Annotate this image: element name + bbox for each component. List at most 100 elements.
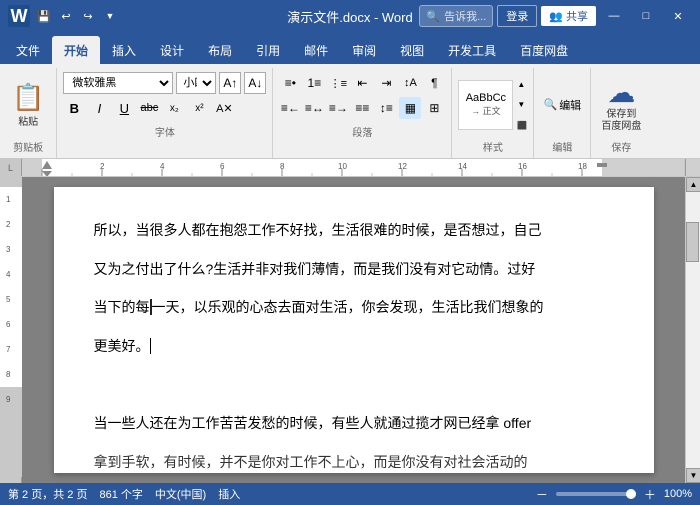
scroll-down-button[interactable]: ▼ (686, 468, 700, 483)
ruler-svg: 2 4 6 8 10 12 14 1 (22, 159, 684, 176)
paragraph-1: 所以，当很多人都在抱怨工作不好找，生活很难的时候，是否想过，自己 (94, 217, 614, 244)
paragraph-group: ≡• 1≡ ⋮≡ ⇤ ⇥ ↕A ¶ ≡← ≡↔ ≡→ ≡≡ ↕≡ ▦ ⊞ 段落 (273, 68, 452, 158)
svg-text:4: 4 (160, 162, 165, 171)
svg-text:2: 2 (6, 220, 11, 229)
svg-text:9: 9 (6, 395, 11, 404)
maximize-button[interactable]: □ (632, 6, 660, 26)
tab-view[interactable]: 视图 (388, 36, 436, 64)
zoom-slider[interactable] (556, 492, 636, 496)
ribbon-tabs: 文件 开始 插入 设计 布局 引用 邮件 审阅 视图 开发工具 百度网盘 (0, 32, 700, 64)
decrease-indent[interactable]: ⇤ (351, 72, 373, 94)
shading-button[interactable]: ▦ (399, 97, 421, 119)
font-name-select[interactable]: 微软雅黑 (63, 72, 173, 94)
clear-format-button[interactable]: A✕ (213, 97, 235, 119)
svg-text:12: 12 (398, 162, 407, 171)
tab-insert[interactable]: 插入 (100, 36, 148, 64)
styles-label: 样式 (483, 139, 503, 154)
tab-baidu[interactable]: 百度网盘 (508, 36, 580, 64)
paragraph-label: 段落 (279, 124, 445, 139)
document-page: 所以，当很多人都在抱怨工作不好找，生活很难的时候，是否想过，自己 又为之付出了什… (54, 187, 654, 473)
font-size-increase[interactable]: A↑ (219, 72, 241, 94)
share-button[interactable]: 👥 共享 (541, 6, 596, 26)
align-left[interactable]: ≡← (279, 97, 301, 119)
cloud-icon: ☁ (607, 76, 635, 109)
paste-button[interactable]: 📋 粘贴 (6, 80, 50, 130)
tab-file[interactable]: 文件 (4, 36, 52, 64)
tab-developer[interactable]: 开发工具 (436, 36, 508, 64)
bold-button[interactable]: B (63, 97, 85, 119)
redo-quickaccess[interactable]: ↪ (80, 8, 96, 24)
ruler-right-corner (685, 159, 700, 176)
list-buttons: ≡• 1≡ ⋮≡ ⇤ ⇥ ↕A ¶ (279, 72, 445, 94)
ribbon-content: 📋 粘贴 剪贴板 微软雅黑 小四 A↑ A↓ B I U abc x₂ x² (0, 64, 700, 159)
align-justify[interactable]: ≡≡ (351, 97, 373, 119)
show-marks-button[interactable]: ¶ (423, 72, 445, 94)
font-size-decrease[interactable]: A↓ (244, 72, 266, 94)
sort-button[interactable]: ↕A (399, 72, 421, 94)
styles-expand-icon[interactable]: ⬛ (517, 121, 527, 130)
subscript-button[interactable]: x₂ (163, 97, 185, 119)
undo-quickaccess[interactable]: ↩ (58, 8, 74, 24)
italic-button[interactable]: I (88, 97, 110, 119)
svg-text:6: 6 (220, 162, 225, 171)
text-cursor: ​ (150, 338, 151, 354)
numbering-button[interactable]: 1≡ (303, 72, 325, 94)
bullets-button[interactable]: ≡• (279, 72, 301, 94)
close-button[interactable]: ✕ (664, 6, 692, 26)
vertical-scrollbar[interactable]: ▲ ▼ (685, 177, 700, 483)
document-area: 1 2 3 4 5 6 7 8 9 所以，当很多人都在抱怨工作不好找，生活很难的… (0, 177, 700, 483)
tell-me-box[interactable]: 🔍 告诉我... (419, 5, 493, 27)
minimize-button[interactable]: — (600, 6, 628, 26)
scroll-track[interactable] (686, 192, 700, 468)
styles-normal[interactable]: AaBbCc → 正文 (458, 80, 513, 130)
styles-scroll[interactable]: ▲ ▼ ⬛ (517, 80, 527, 130)
font-row-2: B I U abc x₂ x² A✕ (63, 97, 266, 119)
scroll-thumb[interactable] (686, 222, 699, 262)
font-label: 字体 (63, 124, 266, 139)
ruler-corner: L (0, 159, 22, 176)
eraser-icon: A✕ (216, 102, 233, 115)
document-scroll[interactable]: 所以，当很多人都在抱怨工作不好找，生活很难的时候，是否想过，自己 又为之付出了什… (22, 177, 685, 483)
find-icon: 🔍 (543, 98, 557, 111)
clipboard-buttons: 📋 粘贴 (6, 72, 50, 137)
strikethrough-button[interactable]: abc (138, 97, 160, 119)
styles-group: AaBbCc → 正文 ▲ ▼ ⬛ 样式 (452, 68, 534, 158)
svg-text:1: 1 (6, 195, 11, 204)
font-size-select[interactable]: 小四 (176, 72, 216, 94)
svg-text:8: 8 (6, 370, 11, 379)
align-right[interactable]: ≡→ (327, 97, 349, 119)
save-cloud-label: 保存到百度网盘 (601, 109, 641, 133)
tab-layout[interactable]: 布局 (196, 36, 244, 64)
border-button[interactable]: ⊞ (423, 97, 445, 119)
normal-text-label: AaBbCc (466, 92, 506, 104)
save-cloud-button[interactable]: ☁ 保存到百度网盘 (597, 72, 645, 137)
styles-up-icon[interactable]: ▲ (517, 80, 527, 89)
find-button[interactable]: 🔍编辑 (540, 91, 584, 119)
clipboard-label: 剪贴板 (13, 139, 43, 154)
save-quickaccess[interactable]: 💾 (36, 8, 52, 24)
customize-quickaccess[interactable]: ▼ (102, 8, 118, 24)
tab-home[interactable]: 开始 (52, 36, 100, 64)
styles-down-icon[interactable]: ▼ (517, 100, 527, 109)
tab-review[interactable]: 审阅 (340, 36, 388, 64)
superscript-button[interactable]: x² (188, 97, 210, 119)
multilevel-button[interactable]: ⋮≡ (327, 72, 349, 94)
styles-content: AaBbCc → 正文 ▲ ▼ ⬛ (458, 72, 527, 137)
line-spacing[interactable]: ↕≡ (375, 97, 397, 119)
zoom-thumb[interactable] (626, 489, 636, 499)
svg-text:8: 8 (280, 162, 285, 171)
login-button[interactable]: 登录 (497, 5, 537, 27)
document-content[interactable]: 所以，当很多人都在抱怨工作不好找，生活很难的时候，是否想过，自己 又为之付出了什… (94, 217, 614, 475)
svg-text:18: 18 (578, 162, 587, 171)
svg-text:7: 7 (6, 345, 11, 354)
tab-references[interactable]: 引用 (244, 36, 292, 64)
tab-design[interactable]: 设计 (148, 36, 196, 64)
share-icon: 👥 (549, 10, 563, 23)
tab-mailings[interactable]: 邮件 (292, 36, 340, 64)
svg-text:4: 4 (6, 270, 11, 279)
scroll-up-button[interactable]: ▲ (686, 177, 700, 192)
increase-indent[interactable]: ⇥ (375, 72, 397, 94)
vertical-ruler: 1 2 3 4 5 6 7 8 9 (0, 177, 22, 483)
underline-button[interactable]: U (113, 97, 135, 119)
align-center[interactable]: ≡↔ (303, 97, 325, 119)
